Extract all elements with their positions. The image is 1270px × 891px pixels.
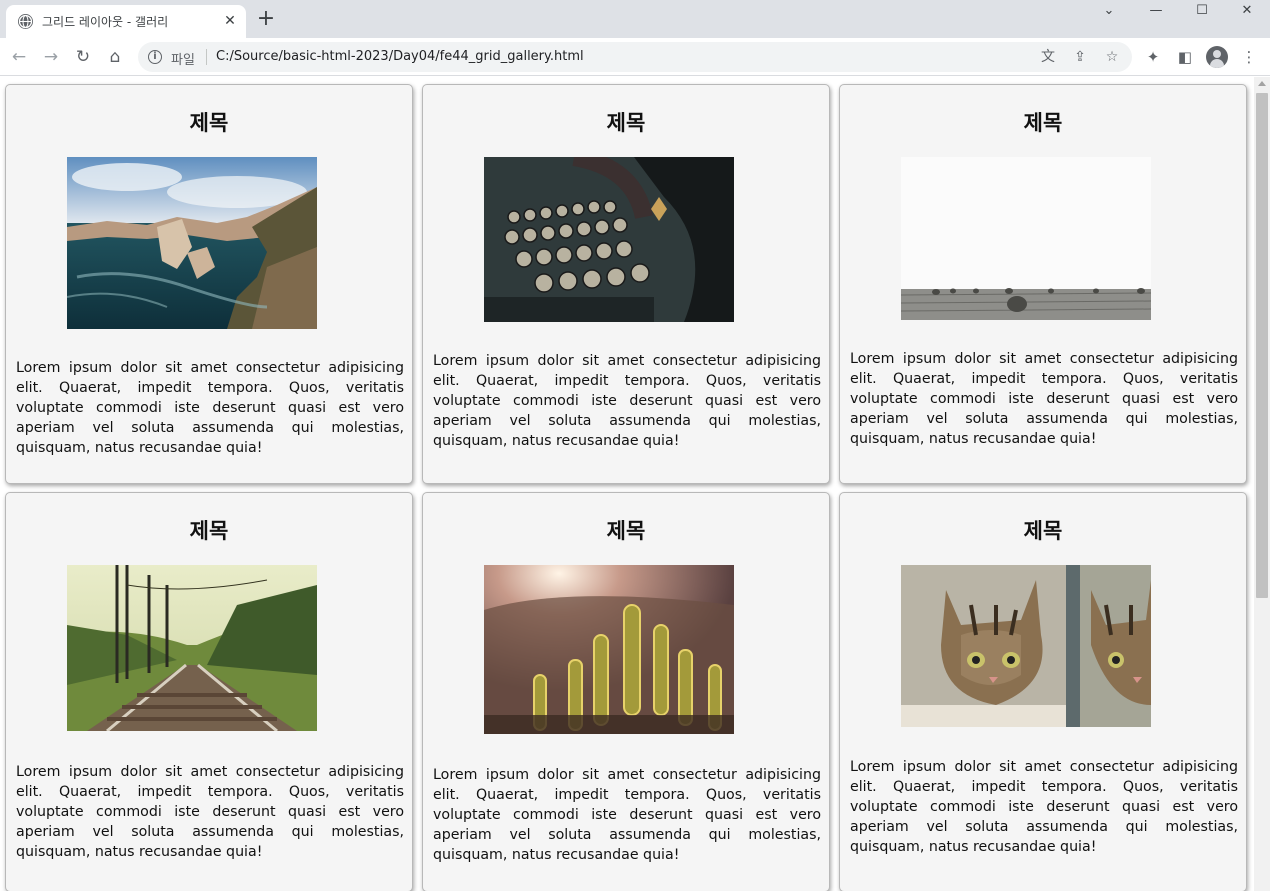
railway-tracks-photo [67, 565, 317, 731]
scroll-up-arrow-icon[interactable] [1258, 81, 1266, 86]
home-icon[interactable]: ⌂ [103, 45, 127, 69]
gallery-card: 제목 Lorem ipsum dolor sit amet consectetu… [5, 492, 413, 891]
browser-tab-active[interactable]: 그리드 레이아웃 - 갤러리 ✕ [6, 5, 246, 38]
card-title: 제목 [189, 519, 229, 543]
gallery-card: 제목 Lorem ipsum dolor sit amet consectetu… [422, 84, 830, 484]
close-icon[interactable]: ✕ [222, 13, 238, 29]
typewriter-photo [484, 157, 734, 322]
address-bar[interactable]: i 파일 C:/Source/basic-html-2023/Day04/fe4… [138, 42, 1132, 72]
scrollbar-thumb[interactable] [1256, 93, 1268, 598]
forward-arrow-icon[interactable]: → [39, 45, 63, 69]
cactus-sunset-photo [484, 565, 734, 734]
card-text: Lorem ipsum dolor sit amet consectetur a… [433, 767, 821, 863]
vertical-scrollbar[interactable] [1254, 77, 1270, 891]
share-icon[interactable]: ⇪ [1071, 48, 1089, 66]
new-tab-button[interactable]: + [255, 8, 277, 31]
coastal-cliffs-photo [67, 157, 317, 329]
gallery-card: 제목 Lorem ipsum dolor sit amet consectetu… [839, 492, 1247, 891]
kitten-mirror-photo [901, 565, 1151, 727]
gallery-card: 제목 Lorem ipsum dolor sit amet consectetu… [422, 492, 830, 891]
window-close-button[interactable]: ✕ [1224, 2, 1270, 24]
card-text: Lorem ipsum dolor sit amet consectetur a… [16, 764, 404, 860]
page-viewport: 제목 Lorem ipsum dolor sit amet consectetu… [0, 77, 1254, 891]
star-icon[interactable]: ☆ [1103, 48, 1121, 66]
tab-title: 그리드 레이아웃 - 갤러리 [42, 15, 169, 29]
side-panel-icon[interactable]: ◧ [1175, 47, 1195, 67]
tab-search-button[interactable]: ⌄ [1086, 2, 1132, 24]
hay-bales-field-photo [901, 157, 1151, 320]
back-arrow-icon[interactable]: ← [7, 45, 31, 69]
info-icon[interactable]: i [148, 50, 162, 64]
card-title: 제목 [606, 519, 646, 543]
translate-icon[interactable]: 文 [1039, 48, 1057, 66]
card-title: 제목 [1023, 519, 1063, 543]
card-text: Lorem ipsum dolor sit amet consectetur a… [433, 353, 821, 449]
divider [206, 49, 207, 65]
card-title: 제목 [1023, 111, 1063, 135]
minimize-button[interactable]: — [1133, 2, 1179, 24]
card-text: Lorem ipsum dolor sit amet consectetur a… [16, 360, 404, 456]
gallery-card: 제목 Lorem ipsum dolor sit amet consectetu… [5, 84, 413, 484]
card-title: 제목 [606, 111, 646, 135]
browser-toolbar: ← → ↻ ⌂ i 파일 C:/Source/basic-html-2023/D… [0, 38, 1270, 76]
tab-strip: 그리드 레이아웃 - 갤러리 ✕ + ⌄ — ☐ ✕ [0, 0, 1270, 38]
reload-icon[interactable]: ↻ [71, 45, 95, 69]
card-text: Lorem ipsum dolor sit amet consectetur a… [850, 351, 1238, 447]
profile-avatar-icon[interactable] [1206, 46, 1228, 68]
card-text: Lorem ipsum dolor sit amet consectetur a… [850, 759, 1238, 855]
puzzle-icon[interactable]: ✦ [1143, 47, 1163, 67]
scheme-label: 파일 [171, 53, 195, 68]
globe-icon [18, 14, 33, 29]
maximize-button[interactable]: ☐ [1179, 2, 1225, 24]
kebab-menu-icon[interactable]: ⋮ [1239, 47, 1259, 67]
gallery-card: 제목 Lorem ipsum dolor sit amet consectetu… [839, 84, 1247, 484]
url-text[interactable]: C:/Source/basic-html-2023/Day04/fe44_gri… [216, 49, 584, 64]
card-title: 제목 [189, 111, 229, 135]
